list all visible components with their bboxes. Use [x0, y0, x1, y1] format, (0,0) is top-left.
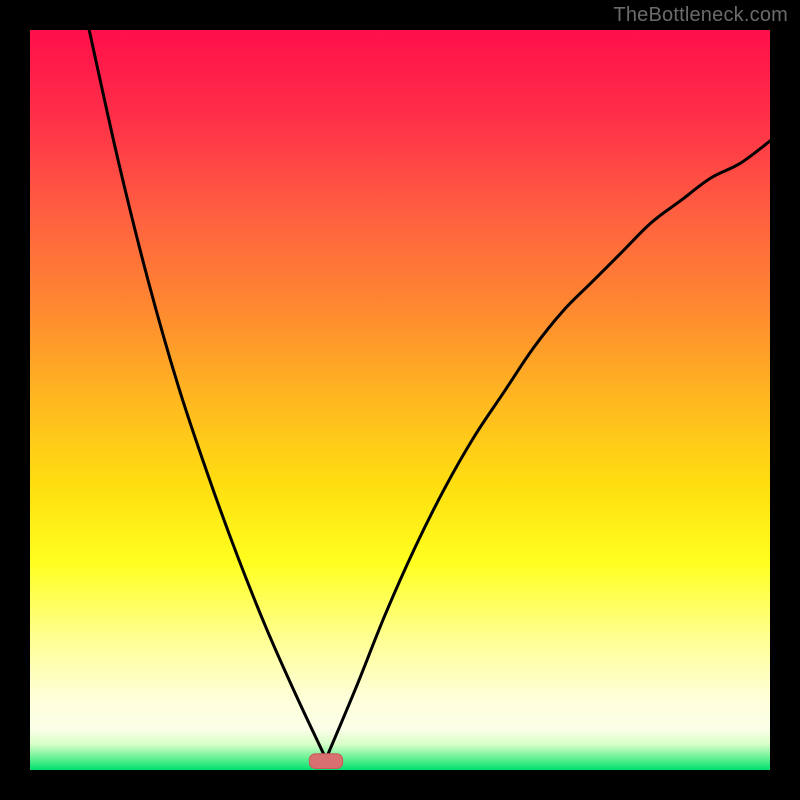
gradient-background — [30, 30, 770, 770]
chart-frame: TheBottleneck.com — [0, 0, 800, 800]
optimum-marker — [309, 754, 342, 769]
watermark-text: TheBottleneck.com — [613, 4, 788, 27]
bottleneck-chart — [30, 30, 770, 770]
